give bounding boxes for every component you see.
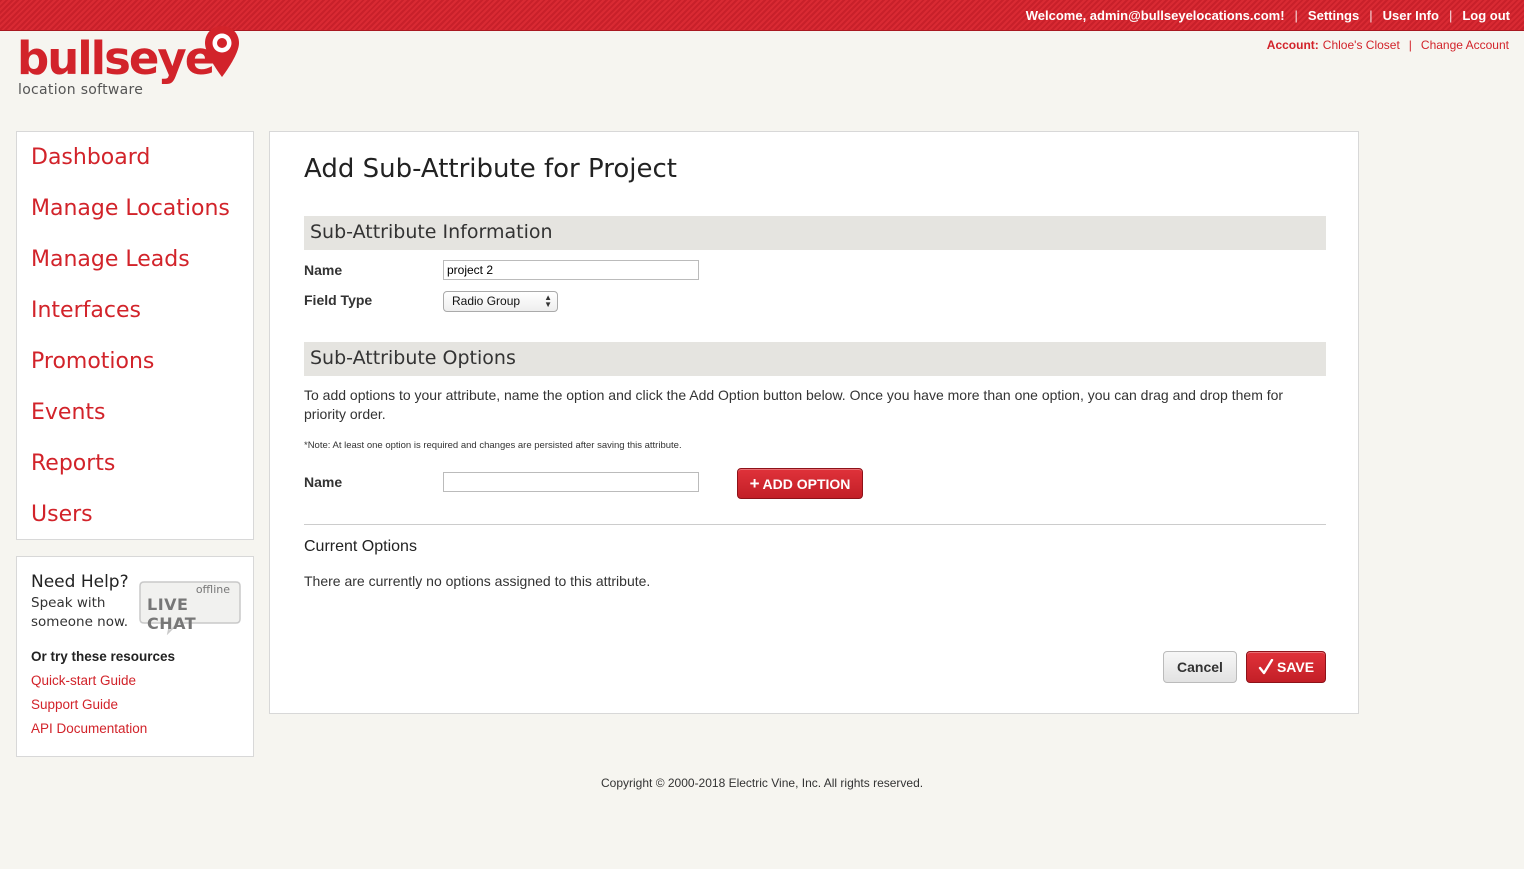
- resources-title: Or try these resources: [31, 649, 176, 664]
- user-info-link[interactable]: User Info: [1383, 8, 1439, 23]
- sidebar-item-events[interactable]: Events: [31, 400, 106, 425]
- quick-start-guide-link[interactable]: Quick-start Guide: [31, 673, 136, 688]
- name-label: Name: [304, 262, 343, 278]
- separator: |: [1448, 8, 1453, 23]
- field-type-select[interactable]: Radio Group ▲ ▼: [443, 291, 558, 312]
- field-type-label: Field Type: [304, 292, 373, 308]
- name-input[interactable]: [443, 260, 699, 280]
- field-type-value: Radio Group: [452, 294, 521, 308]
- settings-link[interactable]: Settings: [1308, 8, 1359, 23]
- cancel-button[interactable]: Cancel: [1163, 651, 1237, 683]
- page-title: Add Sub-Attribute for Project: [304, 154, 677, 184]
- plus-icon: +: [749, 474, 760, 493]
- separator: |: [1369, 8, 1373, 23]
- api-documentation-link[interactable]: API Documentation: [31, 721, 147, 736]
- save-label: SAVE: [1276, 659, 1315, 675]
- sidebar-item-interfaces[interactable]: Interfaces: [31, 298, 141, 323]
- sidebar-nav: Dashboard Manage Locations Manage Leads …: [16, 131, 254, 540]
- top-nav: Welcome, admin@bullseyelocations.com! | …: [1026, 8, 1510, 23]
- info-section-header: Sub-Attribute Information: [304, 216, 1326, 250]
- account-name-link[interactable]: Chloe's Closet: [1323, 38, 1400, 52]
- separator: |: [1408, 38, 1412, 52]
- help-title: Need Help?: [31, 572, 129, 592]
- separator: |: [1294, 8, 1298, 23]
- help-box: Need Help? Speak with someone now. offli…: [16, 556, 254, 757]
- options-description: To add options to your attribute, name t…: [304, 387, 1284, 422]
- map-pin-icon: [205, 26, 239, 77]
- support-guide-link[interactable]: Support Guide: [31, 697, 118, 712]
- sidebar-item-users[interactable]: Users: [31, 502, 93, 527]
- live-chat-button[interactable]: offline LIVE CHAT: [138, 579, 242, 635]
- bullseye-logo[interactable]: bullseye location software: [17, 26, 247, 100]
- account-label: Account:: [1266, 38, 1319, 52]
- options-section-header: Sub-Attribute Options: [304, 342, 1326, 376]
- sidebar-item-manage-leads[interactable]: Manage Leads: [31, 247, 190, 272]
- change-account-link[interactable]: Change Account: [1421, 38, 1509, 52]
- logout-link[interactable]: Log out: [1462, 8, 1510, 23]
- add-option-button[interactable]: + ADD OPTION: [737, 468, 863, 499]
- current-options-title: Current Options: [304, 538, 417, 555]
- no-options-text: There are currently no options assigned …: [304, 573, 651, 589]
- sidebar-item-reports[interactable]: Reports: [31, 451, 115, 476]
- logo-wordmark: bullseye: [17, 32, 215, 85]
- logo-tagline: location software: [18, 82, 144, 98]
- main-panel: Add Sub-Attribute for Project Sub-Attrib…: [269, 131, 1359, 714]
- select-arrows-icon: ▲ ▼: [544, 293, 552, 309]
- add-option-label: ADD OPTION: [762, 475, 851, 492]
- option-name-input[interactable]: [443, 472, 699, 492]
- welcome-text: Welcome, admin@bullseyelocations.com!: [1025, 8, 1285, 23]
- sidebar-item-dashboard[interactable]: Dashboard: [31, 145, 150, 170]
- live-chat-label: LIVE CHAT: [147, 595, 197, 633]
- account-line: Account: Chloe's Closet | Change Account: [1267, 38, 1509, 52]
- save-button[interactable]: SAVE: [1246, 651, 1326, 683]
- option-name-label: Name: [304, 474, 343, 490]
- copyright-text: Copyright © 2000-2018 Electric Vine, Inc…: [601, 776, 924, 790]
- checkmark-icon: [1258, 659, 1274, 675]
- sidebar-item-promotions[interactable]: Promotions: [31, 349, 154, 374]
- options-note: *Note: At least one option is required a…: [304, 440, 682, 451]
- help-subtitle: Speak with someone now.: [31, 595, 129, 630]
- sidebar-item-manage-locations[interactable]: Manage Locations: [31, 196, 230, 221]
- divider: [304, 524, 1326, 525]
